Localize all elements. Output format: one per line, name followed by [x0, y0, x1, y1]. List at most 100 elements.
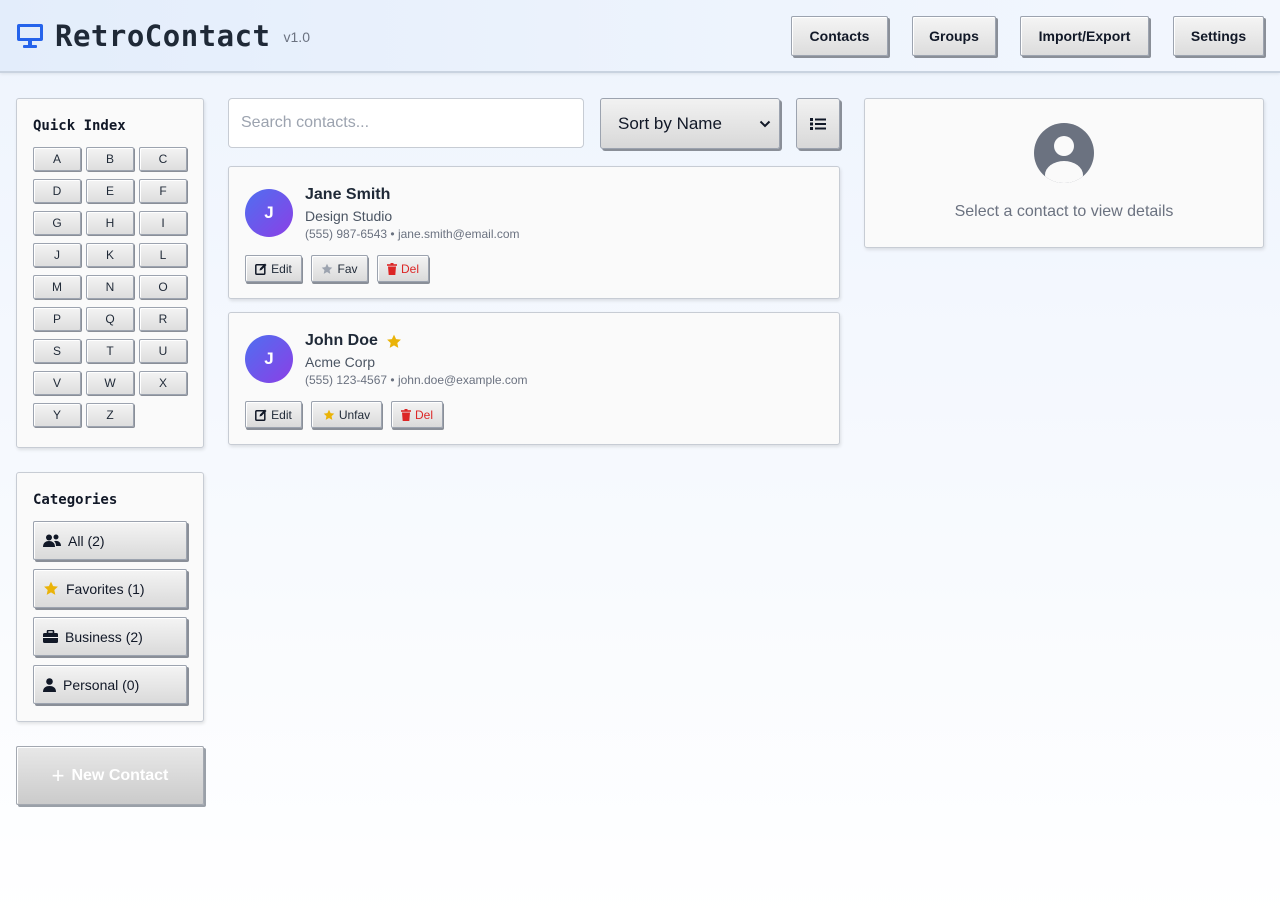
- contact-email: john.doe@example.com: [397, 373, 528, 387]
- contact-phone: (555) 987-6543: [305, 227, 388, 241]
- letter-y-button[interactable]: Y: [33, 403, 81, 427]
- category-personal-label: Personal (0): [63, 676, 140, 693]
- letter-t-button[interactable]: T: [86, 339, 134, 363]
- category-favorites-button[interactable]: Favorites (1): [33, 569, 187, 608]
- letter-p-button[interactable]: P: [33, 307, 81, 331]
- quick-index-title: Quick Index: [33, 118, 126, 134]
- letter-d-button[interactable]: D: [33, 179, 81, 203]
- letter-u-button[interactable]: U: [139, 339, 187, 363]
- letter-m-button[interactable]: M: [33, 275, 81, 299]
- letter-l-button[interactable]: L: [139, 243, 187, 267]
- contact-detail-panel: Select a contact to view details: [864, 98, 1264, 248]
- contact-meta: (555) 987-6543 • jane.smith@email.com: [305, 227, 520, 241]
- list-icon: [810, 117, 826, 130]
- contact-name-text: John Doe: [305, 332, 378, 349]
- category-all-button[interactable]: All (2): [33, 521, 187, 560]
- user-circle-icon: [1034, 123, 1094, 183]
- view-toggle-button[interactable]: [796, 98, 840, 149]
- letter-s-button[interactable]: S: [33, 339, 81, 363]
- letter-v-button[interactable]: V: [33, 371, 81, 395]
- brand: RetroContact v1.0: [16, 18, 310, 54]
- letter-q-button[interactable]: Q: [86, 307, 134, 331]
- letter-h-button[interactable]: H: [86, 211, 134, 235]
- users-icon: [43, 534, 61, 547]
- contact-card-jane-smith[interactable]: J Jane Smith Design Studio (555) 987-654…: [228, 166, 840, 299]
- letter-f-button[interactable]: F: [139, 179, 187, 203]
- letter-a-button[interactable]: A: [33, 147, 81, 171]
- nav-settings-button[interactable]: Settings: [1173, 16, 1264, 56]
- contact-name: John Doe: [305, 332, 402, 350]
- edit-icon: [255, 263, 267, 275]
- category-business-label: Business (2): [65, 628, 143, 645]
- letter-n-button[interactable]: N: [86, 275, 134, 299]
- edit-label: Edit: [271, 407, 292, 422]
- star-icon: [323, 409, 335, 420]
- letter-i-button[interactable]: I: [139, 211, 187, 235]
- category-favorites-label: Favorites (1): [66, 580, 145, 597]
- letter-g-button[interactable]: G: [33, 211, 81, 235]
- contact-name: Jane Smith: [305, 186, 390, 204]
- detail-empty-text: Select a contact to view details: [954, 203, 1174, 220]
- letter-grid: ABC DEF GHI JKL MNO PQR STU VWX YZ: [33, 147, 189, 427]
- avatar: J: [245, 335, 293, 383]
- letter-c-button[interactable]: C: [139, 147, 187, 171]
- contact-card-john-doe[interactable]: J John Doe Acme Corp (555) 123-4567 • jo…: [228, 312, 840, 445]
- contact-company: Acme Corp: [305, 354, 376, 370]
- unfavorite-button[interactable]: Unfav: [311, 401, 382, 428]
- edit-label: Edit: [271, 261, 292, 276]
- contact-email: jane.smith@email.com: [397, 227, 520, 241]
- star-outline-icon: [322, 263, 333, 274]
- delete-button[interactable]: Del: [391, 401, 443, 428]
- contact-phone: (555) 123-4567: [305, 373, 388, 387]
- nav-import-export-button[interactable]: Import/Export: [1020, 16, 1149, 56]
- chevron-down-icon: [759, 120, 771, 128]
- letter-o-button[interactable]: O: [139, 275, 187, 299]
- letter-b-button[interactable]: B: [86, 147, 134, 171]
- contact-separator: •: [390, 373, 395, 387]
- user-icon: [43, 677, 56, 692]
- trash-icon: [386, 262, 397, 275]
- avatar: J: [245, 189, 293, 237]
- sort-selected-label: Sort by Name: [618, 113, 722, 133]
- letter-e-button[interactable]: E: [86, 179, 134, 203]
- contact-separator: •: [390, 227, 395, 241]
- trash-icon: [400, 408, 411, 421]
- delete-label: Del: [414, 407, 433, 422]
- letter-r-button[interactable]: R: [139, 307, 187, 331]
- edit-button[interactable]: Edit: [245, 255, 302, 282]
- app-version: v1.0: [283, 29, 310, 45]
- category-business-button[interactable]: Business (2): [33, 617, 187, 656]
- delete-button[interactable]: Del: [377, 255, 429, 282]
- new-contact-button[interactable]: + New Contact: [16, 746, 204, 805]
- app-header: RetroContact v1.0 Contacts Groups Import…: [0, 0, 1280, 73]
- letter-k-button[interactable]: K: [86, 243, 134, 267]
- contact-name-text: Jane Smith: [305, 186, 391, 203]
- edit-button[interactable]: Edit: [245, 401, 302, 428]
- favorite-star-icon: [386, 334, 401, 348]
- contact-meta: (555) 123-4567 • john.doe@example.com: [305, 373, 528, 387]
- edit-icon: [255, 409, 267, 421]
- nav-contacts-button[interactable]: Contacts: [791, 16, 888, 56]
- search-input[interactable]: [228, 98, 584, 148]
- category-personal-button[interactable]: Personal (0): [33, 665, 187, 704]
- favorite-label: Fav: [337, 261, 358, 276]
- nav-groups-button[interactable]: Groups: [912, 16, 996, 56]
- new-contact-label: New Contact: [71, 766, 169, 784]
- delete-label: Del: [400, 261, 419, 276]
- contact-company: Design Studio: [305, 208, 393, 224]
- letter-w-button[interactable]: W: [86, 371, 134, 395]
- categories-title: Categories: [33, 492, 118, 508]
- monitor-icon: [17, 24, 43, 48]
- quick-index-panel: Quick Index ABC DEF GHI JKL MNO PQR STU VWX YZ: [16, 98, 204, 448]
- categories-panel: Categories All (2) Favorites (1) Busines…: [16, 472, 204, 722]
- letter-z-button[interactable]: Z: [86, 403, 134, 427]
- plus-icon: +: [51, 762, 65, 788]
- category-all-label: All (2): [68, 532, 105, 549]
- favorite-button[interactable]: Fav: [311, 255, 368, 282]
- sort-select[interactable]: Sort by Name: [600, 98, 780, 149]
- briefcase-icon: [43, 630, 58, 643]
- star-icon: [44, 581, 58, 595]
- app-title: RetroContact: [55, 19, 271, 53]
- letter-x-button[interactable]: X: [139, 371, 187, 395]
- letter-j-button[interactable]: J: [33, 243, 81, 267]
